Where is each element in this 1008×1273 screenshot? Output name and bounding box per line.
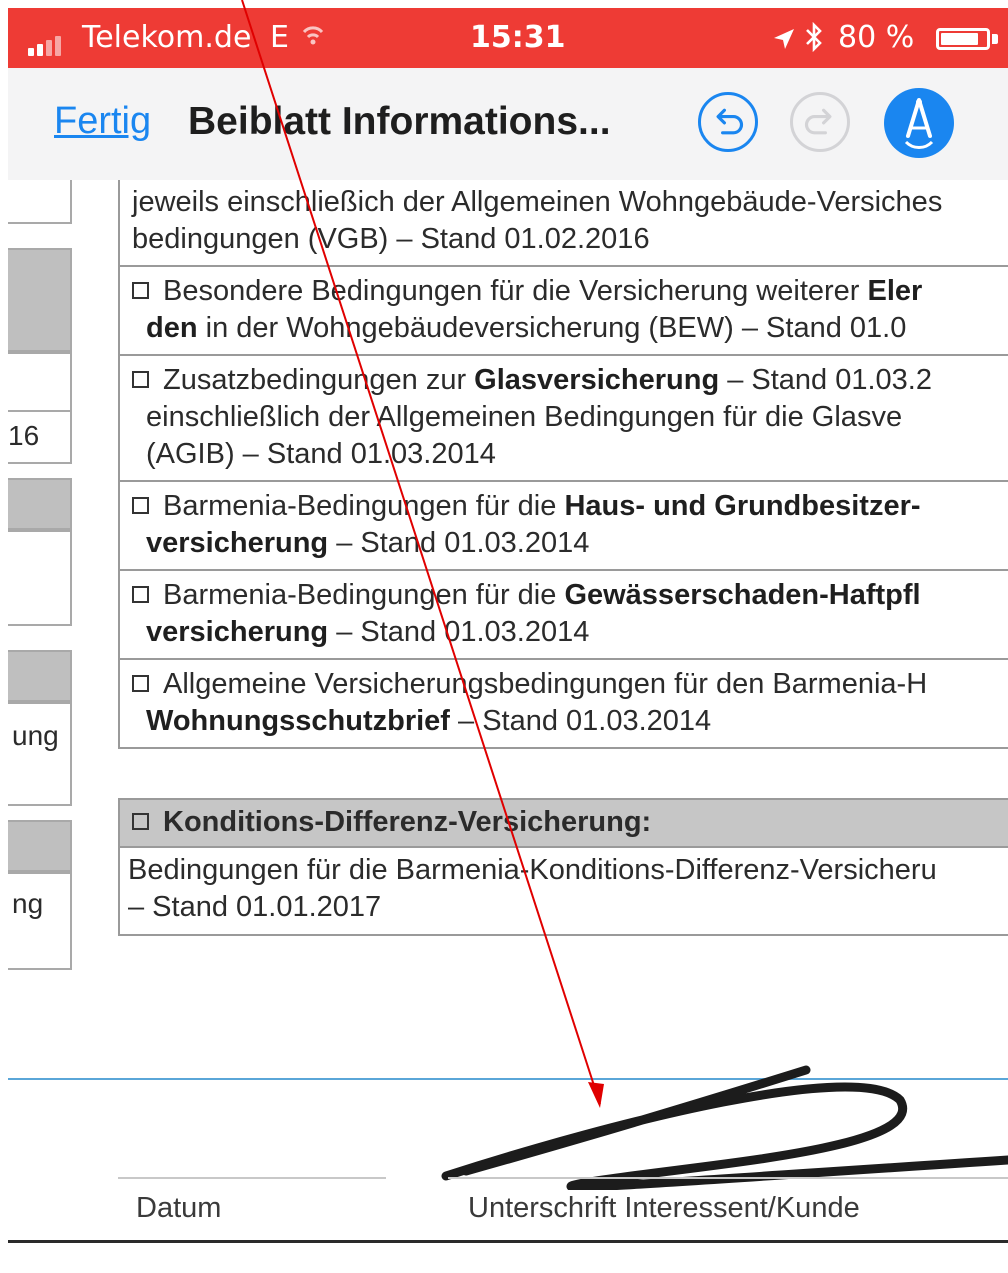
undo-icon xyxy=(716,108,743,135)
condition-text: (AGIB) – Stand 01.03.2014 xyxy=(146,438,496,470)
conditions-table: jeweils einschließich der Allgemeinen Wo… xyxy=(118,180,1008,749)
condition-checkbox[interactable] xyxy=(132,497,149,514)
battery-tip xyxy=(992,34,998,44)
date-line xyxy=(118,1177,386,1179)
markup-pen-icon xyxy=(904,98,934,149)
signer-line xyxy=(448,1177,1008,1179)
condition-text: – Stand 01.03.2014 xyxy=(328,616,590,648)
left-cell xyxy=(8,872,72,970)
left-fragment-2: ung xyxy=(12,720,59,751)
condition-text: einschließlich der Allgemeinen Bedingung… xyxy=(146,401,903,433)
bottom-rule xyxy=(8,1240,1008,1243)
left-header-cell xyxy=(8,478,72,530)
signature-drawing[interactable] xyxy=(0,1040,1008,1190)
battery-percent: 80 % xyxy=(838,20,915,55)
redo-button[interactable] xyxy=(790,92,850,152)
kd-heading: Konditions-Differenz-Versicherung: xyxy=(120,800,1008,848)
left-cell xyxy=(8,530,72,626)
left-header-cell xyxy=(8,248,72,352)
condition-row: Zusatzbedingungen zur Glasversicherung –… xyxy=(120,356,1008,482)
network-type: E xyxy=(270,20,289,55)
condition-row: Allgemeine Versicherungsbedingungen für … xyxy=(120,660,1008,749)
kd-heading-text: Konditions-Differenz-Versicherung: xyxy=(163,806,652,838)
condition-text: in der Wohngebäudeversicherung (BEW) – S… xyxy=(197,312,907,344)
kd-section: Konditions-Differenz-Versicherung: Bedin… xyxy=(118,798,1008,936)
document-title: Beiblatt Informations... xyxy=(188,100,611,143)
condition-text-bold: Wohnungsschutzbrief xyxy=(146,705,450,737)
condition-text: Allgemeine Versicherungsbedingungen für … xyxy=(163,668,928,700)
kd-body-text: – Stand 01.01.2017 xyxy=(128,891,382,923)
left-fragment-3: ng xyxy=(12,888,44,919)
done-button[interactable]: Fertig xyxy=(54,100,151,143)
wifi-icon xyxy=(300,18,326,56)
condition-text-bold: versicherung xyxy=(146,527,329,559)
condition-checkbox[interactable] xyxy=(132,586,149,603)
condition-text-bold: Glasversicherung xyxy=(474,364,720,396)
condition-text: jeweils einschließich der Allgemeinen Wo… xyxy=(132,186,943,218)
condition-row: Besondere Bedingungen für die Versicheru… xyxy=(120,267,1008,356)
condition-row: Barmenia-Bedingungen für die Gewässersch… xyxy=(120,571,1008,660)
location-arrow-icon xyxy=(772,24,796,59)
condition-text: Barmenia-Bedingungen für die xyxy=(163,579,565,611)
status-bar: Telekom.de E 15:31 80 % xyxy=(8,8,1008,68)
status-time: 15:31 xyxy=(470,20,566,55)
left-header-cell xyxy=(8,820,72,872)
condition-text: Barmenia-Bedingungen für die xyxy=(163,490,565,522)
condition-text-bold: Haus- und Grundbesitzer- xyxy=(564,490,921,522)
condition-row: Barmenia-Bedingungen für die Haus- und G… xyxy=(120,482,1008,571)
date-label: Datum xyxy=(136,1192,222,1224)
condition-checkbox[interactable] xyxy=(132,675,149,692)
condition-text: bedingungen (VGB) – Stand 01.02.2016 xyxy=(132,223,650,255)
condition-text: Zusatzbedingungen zur xyxy=(163,364,475,396)
condition-checkbox[interactable] xyxy=(132,282,149,299)
nav-bar: Fertig Beiblatt Informations... xyxy=(8,68,1008,181)
undo-button[interactable] xyxy=(698,92,758,152)
condition-text-bold: versicherung xyxy=(146,616,329,648)
condition-text-bold: Gewässerschaden-Haftpfl xyxy=(564,579,921,611)
left-cell xyxy=(8,702,72,806)
markup-button[interactable] xyxy=(884,88,954,158)
kd-checkbox[interactable] xyxy=(132,813,149,830)
signer-label: Unterschrift Interessent/Kunde xyxy=(468,1192,860,1224)
left-header-cell xyxy=(8,650,72,702)
kd-body: Bedingungen für die Barmenia-Konditions-… xyxy=(120,848,1008,934)
condition-row: jeweils einschließich der Allgemeinen Wo… xyxy=(120,180,1008,267)
document-view[interactable]: 16 ung ng jeweils einschließich der Allg… xyxy=(0,180,1008,1273)
condition-text-bold: Eler xyxy=(867,275,923,307)
condition-text-bold: den xyxy=(146,312,198,344)
left-cell xyxy=(8,180,72,224)
battery-icon xyxy=(936,28,990,50)
bluetooth-icon xyxy=(804,21,824,60)
condition-text: – Stand 01.03.2014 xyxy=(328,527,590,559)
condition-text: – Stand 01.03.2014 xyxy=(449,705,712,737)
signal-icon xyxy=(28,34,72,56)
condition-checkbox[interactable] xyxy=(132,371,149,388)
condition-text: Besondere Bedingungen für die Versicheru… xyxy=(163,275,868,307)
left-fragment-1: 16 xyxy=(8,420,40,451)
carrier-name: Telekom.de xyxy=(82,20,252,55)
condition-text: – Stand 01.03.2 xyxy=(719,364,932,396)
kd-body-text: Bedingungen für die Barmenia-Konditions-… xyxy=(128,854,937,886)
redo-icon xyxy=(805,108,832,135)
